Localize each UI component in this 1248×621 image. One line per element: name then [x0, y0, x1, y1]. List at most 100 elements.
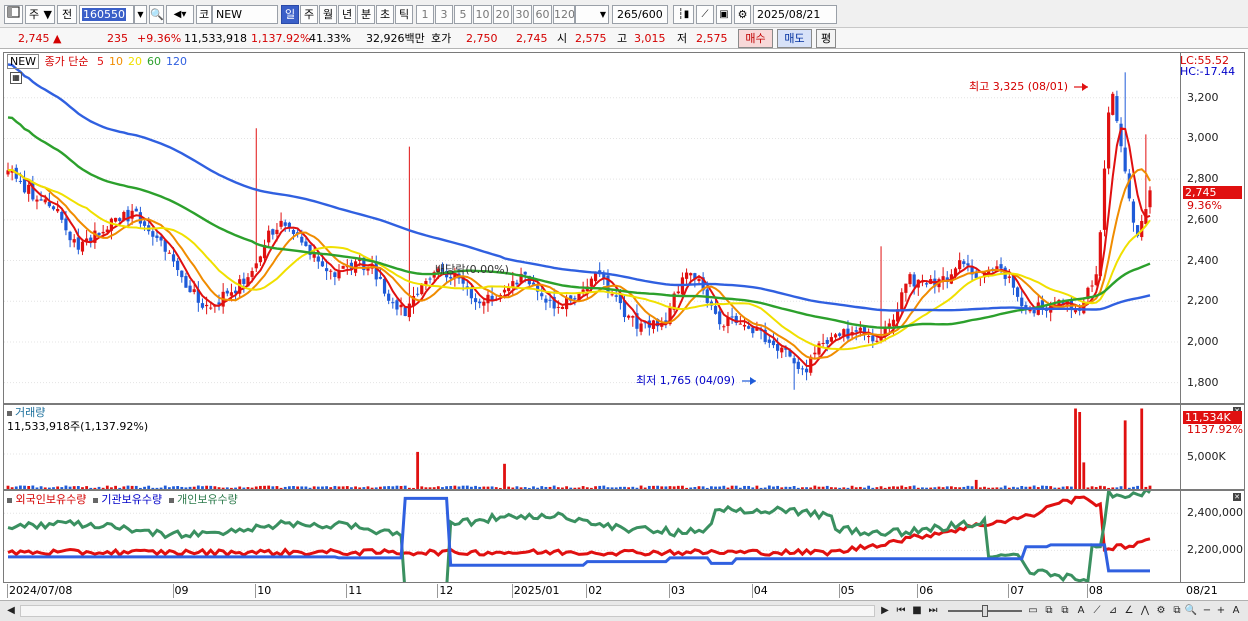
- angle-icon[interactable]: ∠: [1122, 604, 1136, 618]
- buy-button[interactable]: 매수: [738, 29, 773, 48]
- period-button-0[interactable]: 일: [281, 5, 299, 24]
- candle-down: [800, 368, 805, 370]
- price-chart-panel[interactable]: NEW 종가 단순 5 10 20 60 120 ▦ 최고 3,325 (08/01) …: [3, 52, 1181, 404]
- scroll-left-icon[interactable]: ◀: [4, 604, 18, 618]
- scroll-right-icon[interactable]: ▶: [878, 604, 892, 618]
- zoom-out-icon[interactable]: −: [1200, 604, 1214, 618]
- text-icon[interactable]: A: [1074, 604, 1088, 618]
- gear-icon[interactable]: ⚙: [734, 5, 751, 24]
- legend-marker: [168, 498, 174, 503]
- volume-bar: [511, 487, 515, 489]
- volume-panel[interactable]: 거래량 11,533,918주(1,137.92%): [3, 404, 1181, 490]
- zoom-in-icon[interactable]: +: [1214, 604, 1228, 618]
- volume-bar: [89, 487, 93, 489]
- x-axis-tick: [751, 584, 753, 598]
- volume-bar: [267, 485, 271, 489]
- minute-button-5[interactable]: 5: [454, 5, 472, 24]
- volume-bar: [871, 487, 875, 489]
- code-dropdown-icon[interactable]: ▼: [134, 5, 147, 24]
- x-axis-label: 2025/01: [513, 584, 560, 597]
- search-icon[interactable]: 🔍: [149, 5, 164, 24]
- minute-button-20[interactable]: 20: [493, 5, 512, 24]
- speaker-icon[interactable]: ◀▾: [166, 5, 194, 24]
- candle-type-icon[interactable]: ┆▮: [673, 5, 694, 24]
- ma-legend-60: 60: [147, 55, 162, 68]
- period-button-5[interactable]: 초: [376, 5, 394, 24]
- candle-up: [399, 304, 403, 308]
- minute-button-60[interactable]: 60: [533, 5, 552, 24]
- font-size-icon[interactable]: A: [1229, 604, 1243, 618]
- close-icon[interactable]: ✕: [1233, 493, 1241, 501]
- volume-bar: [374, 487, 378, 489]
- candle-down: [924, 283, 929, 285]
- window-icon[interactable]: ⧉: [1042, 604, 1056, 618]
- window-icon[interactable]: ⧉: [1170, 604, 1184, 618]
- main-toolbar: 주 ▼ 전 160550 ▼ 🔍 ◀▾ 코 NEW 일주월년분초틱 1 3 5 10 20…: [0, 0, 1248, 28]
- minute-button-1[interactable]: 1: [416, 5, 434, 24]
- holdings-panel[interactable]: 외국인보유수량 기관보유수량 개인보유수량: [3, 490, 1181, 583]
- volume-bar: [668, 486, 672, 489]
- zoom-slider-handle[interactable]: [982, 605, 988, 617]
- period-button-4[interactable]: 분: [357, 5, 375, 24]
- volume-bar: [548, 486, 552, 489]
- volume-chart[interactable]: [4, 405, 1180, 489]
- period-button-3[interactable]: 년: [338, 5, 356, 24]
- stock-code-input[interactable]: 160550: [79, 5, 134, 24]
- candle-down: [796, 361, 800, 370]
- stop-icon[interactable]: ■: [910, 604, 924, 618]
- volume-bar: [205, 485, 209, 489]
- holdings-y-tick: 2,400,000: [1187, 506, 1243, 520]
- price-y-tick: 3,200: [1187, 90, 1219, 104]
- minute-custom-select[interactable]: ▼: [575, 5, 609, 24]
- chart-settings-icon[interactable]: ⚙: [1154, 604, 1168, 618]
- volume-bar: [606, 487, 610, 489]
- minute-button-3[interactable]: 3: [435, 5, 453, 24]
- period-type-select[interactable]: 주 ▼: [25, 5, 55, 24]
- window-menu-icon[interactable]: [4, 5, 23, 24]
- volume-bar: [805, 487, 808, 489]
- scroll-track[interactable]: [20, 605, 875, 617]
- stock-type-button[interactable]: 전: [57, 5, 77, 24]
- trend-line-icon[interactable]: ⟋: [1090, 604, 1104, 618]
- stock-name-field[interactable]: NEW: [212, 5, 278, 24]
- candle-down: [184, 276, 188, 288]
- data-count-field[interactable]: 265/600: [612, 5, 668, 24]
- minute-button-120[interactable]: 120: [553, 5, 575, 24]
- volume-bar: [225, 487, 229, 489]
- zoom-icon[interactable]: 🔍: [1184, 604, 1198, 618]
- price-chart[interactable]: [4, 53, 1180, 403]
- drawing-tool-icon[interactable]: ⟋: [696, 5, 714, 24]
- save-icon[interactable]: ▣: [716, 5, 732, 24]
- first-page-icon[interactable]: ⏮: [894, 604, 908, 618]
- high-price: 3,015: [634, 32, 666, 45]
- sell-button[interactable]: 매도: [777, 29, 812, 48]
- period-button-6[interactable]: 틱: [395, 5, 413, 24]
- candle-up: [867, 335, 871, 338]
- fibonacci-icon[interactable]: ⊿: [1106, 604, 1120, 618]
- candle-up: [209, 307, 213, 309]
- volume-bar: [1016, 487, 1019, 489]
- chart-scrollbar[interactable]: ◀ ▶ ⏮ ■ ⏭ ▭ ⧉ ⧉ A ⟋ ⊿ ∠ ⋀ ⚙ ⧉ 🔍 − + A: [0, 600, 1248, 621]
- ma-legend-120: 120: [166, 55, 188, 68]
- grid-table-icon[interactable]: ▦: [10, 72, 22, 84]
- volume-bar: [887, 486, 891, 489]
- rectangle-icon[interactable]: ▭: [1026, 604, 1040, 618]
- volume-bar: [681, 485, 684, 489]
- volume-bar: [1086, 487, 1090, 489]
- window-icon[interactable]: ⧉: [1058, 604, 1072, 618]
- last-page-icon[interactable]: ⏭: [926, 604, 940, 618]
- period-button-2[interactable]: 월: [319, 5, 337, 24]
- x-axis-label: 08: [1088, 584, 1103, 597]
- eval-button[interactable]: 평: [816, 29, 836, 48]
- period-button-1[interactable]: 주: [300, 5, 318, 24]
- pattern-icon[interactable]: ⋀: [1138, 604, 1152, 618]
- candle-up: [250, 270, 254, 277]
- volume-bar: [1148, 485, 1152, 489]
- candle-down: [854, 330, 858, 332]
- minute-button-10[interactable]: 10: [473, 5, 492, 24]
- volume-bar: [627, 487, 631, 489]
- minute-button-30[interactable]: 30: [513, 5, 532, 24]
- candle-down: [548, 299, 552, 301]
- date-field[interactable]: 2025/08/21: [753, 5, 837, 24]
- volume-bar: [457, 486, 461, 489]
